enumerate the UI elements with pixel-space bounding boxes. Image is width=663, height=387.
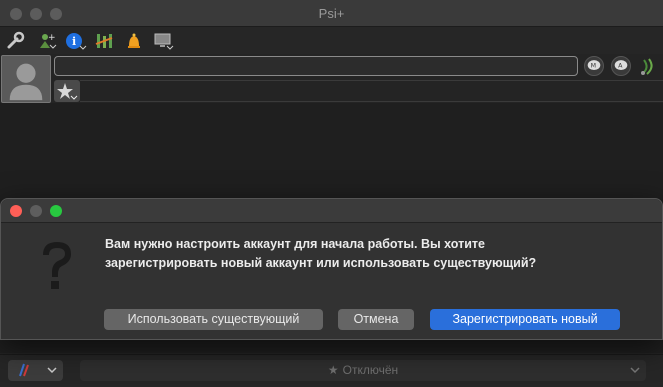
avatar[interactable]: [1, 55, 51, 103]
dialog-title-bar[interactable]: [1, 199, 662, 223]
dialog-message-line1: Вам нужно настроить аккаунт для начала р…: [105, 237, 485, 251]
svg-text:M: M: [591, 62, 596, 69]
account-selector[interactable]: [8, 360, 63, 381]
dialog-message: Вам нужно настроить аккаунт для начала р…: [105, 235, 625, 273]
svg-text:+: +: [48, 33, 56, 43]
question-icon: [37, 239, 77, 295]
window-title: Psi+: [318, 6, 345, 21]
use-existing-account-button[interactable]: Использовать существующий: [104, 309, 323, 330]
add-contact-icon[interactable]: +: [33, 30, 59, 52]
dialog-message-line2: зарегистрировать новый аккаунт или испол…: [105, 256, 537, 270]
status-message-input[interactable]: [54, 56, 578, 76]
activity-icon[interactable]: A: [611, 56, 631, 76]
toolbar-separator: [80, 80, 663, 102]
toolbar: + i: [0, 27, 663, 54]
signal-icon[interactable]: [638, 56, 660, 78]
bell-icon[interactable]: [121, 30, 147, 52]
svg-text:A: A: [618, 62, 623, 69]
svg-text:i: i: [72, 35, 76, 48]
offline-star-icon: ★: [327, 363, 339, 377]
service-discovery-icon[interactable]: [92, 30, 118, 52]
zoom-dialog-button[interactable]: [50, 205, 62, 217]
status-label: Отключён: [342, 363, 399, 377]
minimize-dialog-button[interactable]: [30, 205, 42, 217]
monitor-icon[interactable]: [150, 30, 176, 52]
chevron-down-icon: [630, 367, 640, 374]
message-icon[interactable]: M: [584, 56, 604, 76]
status-selector[interactable]: ★ Отключён: [80, 360, 646, 381]
wrench-icon[interactable]: [4, 30, 30, 52]
info-icon[interactable]: i: [63, 30, 89, 52]
account-setup-dialog: Вам нужно настроить аккаунт для начала р…: [0, 198, 663, 340]
title-bar[interactable]: Psi+: [0, 0, 663, 27]
bookmark-star-button[interactable]: [54, 80, 80, 102]
register-new-account-button[interactable]: Зарегистрировать новый: [430, 309, 620, 330]
cancel-button[interactable]: Отмена: [338, 309, 414, 330]
close-dialog-button[interactable]: [10, 205, 22, 217]
status-bar: ★ Отключён: [0, 354, 663, 387]
